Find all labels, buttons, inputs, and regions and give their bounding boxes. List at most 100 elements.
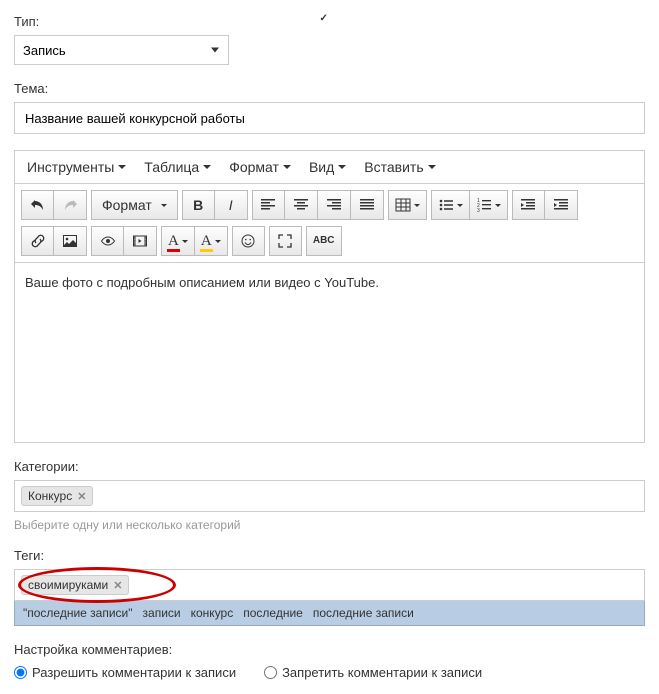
type-label: Тип:	[14, 14, 645, 29]
smiley-icon	[240, 233, 256, 249]
text-color-button[interactable]: A	[161, 226, 195, 256]
caret-icon	[457, 204, 463, 207]
indent-icon	[553, 197, 569, 213]
format-dropdown-label: Формат	[102, 197, 152, 213]
caret-icon	[283, 165, 291, 169]
deny-comments-label: Запретить комментарии к записи	[282, 665, 482, 680]
preview-button[interactable]	[91, 226, 124, 256]
caret-icon	[203, 165, 211, 169]
tag-chip: своимируками ✕	[21, 575, 129, 595]
editor-toolbar: Формат B I 123	[15, 184, 644, 256]
align-right-icon	[326, 197, 342, 213]
align-left-icon	[260, 197, 276, 213]
menu-table[interactable]: Таблица	[144, 159, 211, 175]
categories-label: Категории:	[14, 459, 645, 474]
suggestion-item[interactable]: последние записи	[313, 606, 414, 620]
deny-comments-option[interactable]: Запретить комментарии к записи	[264, 665, 482, 680]
image-button[interactable]	[54, 226, 87, 256]
tag-chip-label: своимируками	[28, 578, 108, 592]
allow-comments-radio[interactable]	[14, 666, 27, 679]
editor-menubar: Инструменты Таблица Формат Вид Вставить	[15, 151, 644, 184]
type-select-wrap: Запись	[14, 35, 229, 65]
category-tag: Конкурс ✕	[21, 486, 93, 506]
bullet-list-button[interactable]	[431, 190, 470, 220]
suggestion-item[interactable]: конкурс	[191, 606, 234, 620]
align-justify-button[interactable]	[351, 190, 384, 220]
media-icon	[132, 233, 148, 249]
menu-table-label: Таблица	[144, 159, 199, 175]
allow-comments-label: Разрешить комментарии к записи	[32, 665, 236, 680]
caret-icon	[215, 240, 221, 243]
caret-icon	[338, 165, 346, 169]
spellcheck-button[interactable]: ABC✓	[306, 226, 342, 256]
editor-content[interactable]: Ваше фото с подробным описанием или виде…	[15, 262, 644, 442]
comments-label: Настройка комментариев:	[14, 642, 645, 657]
suggestion-item[interactable]: "последние записи"	[23, 606, 133, 620]
caret-icon	[428, 165, 436, 169]
table-icon	[395, 197, 411, 213]
link-button[interactable]	[21, 226, 54, 256]
allow-comments-option[interactable]: Разрешить комментарии к записи	[14, 665, 236, 680]
category-tag-label: Конкурс	[28, 489, 72, 503]
svg-text:3: 3	[477, 208, 480, 213]
editor: Инструменты Таблица Формат Вид Вставить …	[14, 150, 645, 443]
menu-tools[interactable]: Инструменты	[27, 159, 126, 175]
format-dropdown[interactable]: Формат	[91, 190, 178, 220]
align-right-button[interactable]	[318, 190, 351, 220]
insert-table-button[interactable]	[388, 190, 427, 220]
emoji-button[interactable]	[232, 226, 265, 256]
menu-format-label: Формат	[229, 159, 279, 175]
categories-text-input[interactable]	[97, 489, 638, 504]
suggestion-item[interactable]: последние	[243, 606, 303, 620]
link-icon	[30, 233, 46, 249]
remove-tag-icon[interactable]: ✕	[77, 490, 86, 503]
menu-view-label: Вид	[309, 159, 334, 175]
caret-icon	[414, 204, 420, 207]
categories-input[interactable]: Конкурс ✕	[14, 480, 645, 512]
redo-button[interactable]	[54, 190, 87, 220]
menu-format[interactable]: Формат	[229, 159, 291, 175]
tags-text-input[interactable]	[133, 578, 638, 593]
type-select[interactable]: Запись	[14, 35, 229, 65]
indent-button[interactable]	[545, 190, 578, 220]
align-left-button[interactable]	[252, 190, 285, 220]
menu-insert[interactable]: Вставить	[364, 159, 435, 175]
menu-view[interactable]: Вид	[309, 159, 346, 175]
categories-helper: Выберите одну или несколько категорий	[14, 518, 645, 532]
bg-color-icon: A	[201, 233, 212, 250]
undo-icon	[30, 197, 46, 213]
caret-icon	[495, 204, 501, 207]
undo-button[interactable]	[21, 190, 54, 220]
remove-tag-icon[interactable]: ✕	[113, 579, 122, 592]
number-list-icon: 123	[476, 197, 492, 213]
image-icon	[62, 233, 78, 249]
caret-icon	[118, 165, 126, 169]
align-center-button[interactable]	[285, 190, 318, 220]
bullet-list-icon	[438, 197, 454, 213]
media-button[interactable]	[124, 226, 157, 256]
bg-color-button[interactable]: A	[195, 226, 228, 256]
align-center-icon	[293, 197, 309, 213]
redo-icon	[62, 197, 78, 213]
comments-options: Разрешить комментарии к записи Запретить…	[14, 665, 645, 680]
menu-tools-label: Инструменты	[27, 159, 114, 175]
text-color-icon: A	[168, 233, 179, 250]
outdent-button[interactable]	[512, 190, 545, 220]
tags-input[interactable]: своимируками ✕	[14, 569, 645, 601]
align-justify-icon	[359, 197, 375, 213]
suggestion-item[interactable]: записи	[143, 606, 181, 620]
tag-suggestions: "последние записи" записи конкурс послед…	[14, 601, 645, 626]
italic-button[interactable]: I	[215, 190, 248, 220]
number-list-button[interactable]: 123	[470, 190, 508, 220]
caret-icon	[182, 240, 188, 243]
theme-label: Тема:	[14, 81, 645, 96]
fullscreen-icon	[277, 233, 293, 249]
deny-comments-radio[interactable]	[264, 666, 277, 679]
eye-icon	[100, 233, 116, 249]
outdent-icon	[520, 197, 536, 213]
fullscreen-button[interactable]	[269, 226, 302, 256]
theme-input[interactable]	[14, 102, 645, 134]
tags-label: Теги:	[14, 548, 645, 563]
bold-button[interactable]: B	[182, 190, 215, 220]
caret-icon	[161, 204, 167, 207]
